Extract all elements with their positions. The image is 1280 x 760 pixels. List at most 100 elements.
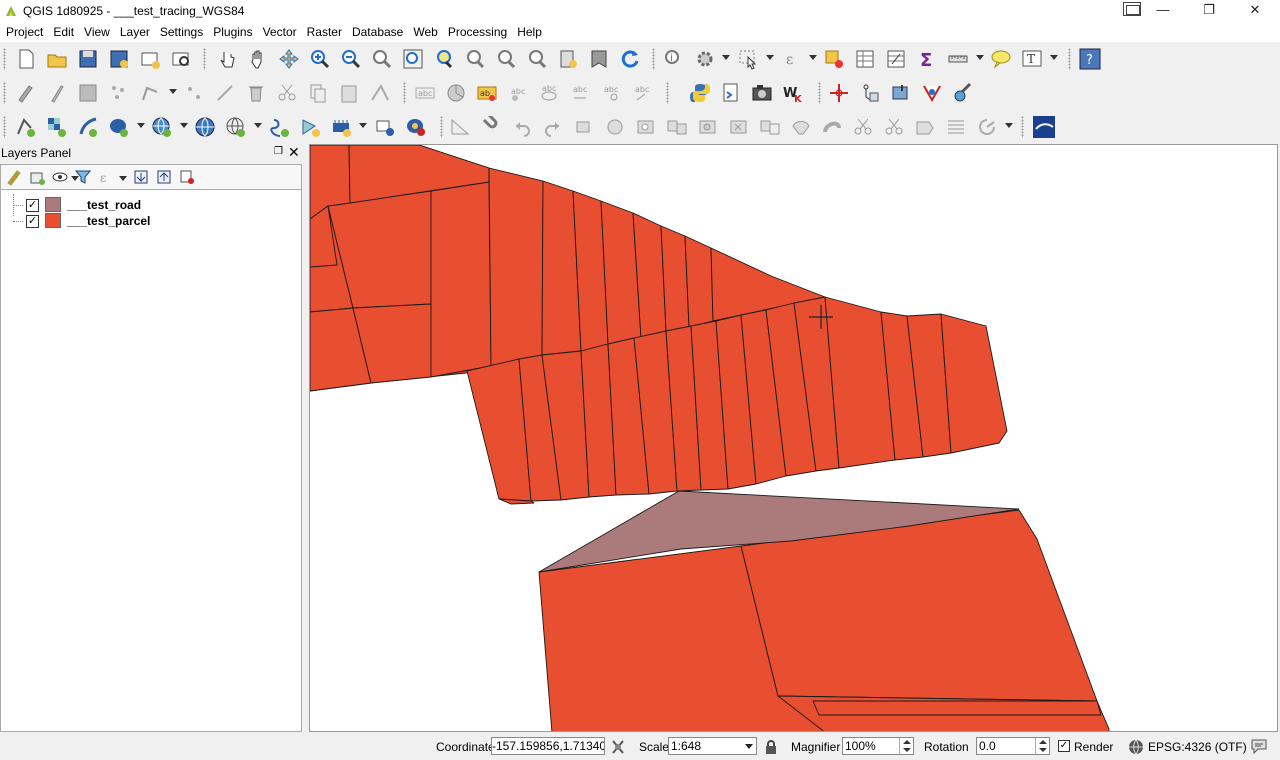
dropdown-arrow-icon[interactable] bbox=[809, 55, 817, 60]
run-action-icon[interactable] bbox=[693, 47, 717, 71]
split-features-icon[interactable] bbox=[851, 115, 875, 139]
add-wfs-layer-icon[interactable] bbox=[224, 115, 248, 139]
globe-plugin-icon[interactable] bbox=[1032, 115, 1056, 139]
merge-selected-features-icon[interactable] bbox=[913, 115, 937, 139]
pan-to-selection-icon[interactable] bbox=[277, 47, 301, 71]
zoom-full-icon[interactable] bbox=[401, 47, 425, 71]
new-bookmark-icon[interactable] bbox=[556, 47, 580, 71]
text-annotation-icon[interactable]: T bbox=[1020, 47, 1044, 71]
delete-part-icon[interactable] bbox=[758, 115, 782, 139]
coordinate-field[interactable]: -157.159856,1.713401 bbox=[491, 737, 605, 755]
remove-layer-group-icon[interactable] bbox=[178, 168, 196, 186]
delete-ring-icon[interactable] bbox=[727, 115, 751, 139]
close-button[interactable]: ✕ bbox=[1232, 0, 1278, 22]
zoom-last-icon[interactable] bbox=[494, 47, 518, 71]
float-panel-icon[interactable]: ❐ bbox=[274, 147, 284, 157]
menu-processing[interactable]: Processing bbox=[444, 25, 511, 39]
layer-symbol-swatch[interactable] bbox=[45, 197, 61, 212]
toolbar-grip[interactable] bbox=[818, 82, 821, 104]
menu-layer[interactable]: Layer bbox=[116, 25, 154, 39]
run-script-icon[interactable] bbox=[719, 81, 743, 105]
enable-snapping-icon[interactable] bbox=[479, 115, 503, 139]
toolbar-grip[interactable] bbox=[3, 82, 6, 104]
dropdown-arrow-icon[interactable] bbox=[976, 55, 984, 60]
add-delimited-text-icon[interactable] bbox=[268, 115, 292, 139]
rotate-label-icon[interactable]: abc bbox=[599, 81, 623, 105]
scale-combobox[interactable]: 1:648 bbox=[668, 737, 757, 755]
coordinate-capture-icon[interactable] bbox=[827, 81, 851, 105]
magnifier-spinbox[interactable]: 100% bbox=[842, 737, 914, 755]
add-ring-icon[interactable] bbox=[634, 115, 658, 139]
add-raster-layer-icon[interactable] bbox=[45, 115, 69, 139]
pan-map-icon[interactable] bbox=[246, 47, 270, 71]
node-editor-icon[interactable] bbox=[213, 81, 237, 105]
menu-settings[interactable]: Settings bbox=[156, 25, 207, 39]
minimize-button[interactable]: — bbox=[1140, 0, 1186, 22]
offset-curve-icon[interactable] bbox=[820, 115, 844, 139]
add-vector-layer-icon[interactable] bbox=[14, 115, 38, 139]
spinner-arrows-icon[interactable] bbox=[899, 738, 913, 754]
menu-database[interactable]: Database bbox=[348, 25, 407, 39]
save-layer-edits-icon[interactable] bbox=[76, 81, 100, 105]
toolbar-grip[interactable] bbox=[1021, 116, 1024, 138]
save-project-icon[interactable] bbox=[76, 47, 100, 71]
zoom-in-icon[interactable] bbox=[308, 47, 332, 71]
dropdown-arrow-icon[interactable] bbox=[169, 89, 177, 94]
new-spatialite-layer-icon[interactable] bbox=[330, 115, 354, 139]
create-layer-group-icon[interactable] bbox=[373, 115, 397, 139]
add-group-icon[interactable] bbox=[28, 168, 46, 186]
add-wcs-layer-icon[interactable] bbox=[193, 115, 217, 139]
zoom-next-icon[interactable] bbox=[525, 47, 549, 71]
toolbar-grip[interactable] bbox=[203, 48, 206, 70]
measure-angle-icon[interactable] bbox=[448, 115, 472, 139]
add-wms-layer-icon[interactable] bbox=[150, 115, 174, 139]
menu-project[interactable]: Project bbox=[2, 25, 47, 39]
dropdown-arrow-icon[interactable] bbox=[1005, 123, 1013, 128]
rotate-feature-icon[interactable] bbox=[572, 115, 596, 139]
toolbar-grip[interactable] bbox=[403, 82, 406, 104]
redo-icon[interactable] bbox=[541, 115, 565, 139]
dropdown-arrow-icon[interactable] bbox=[359, 123, 367, 128]
layer-visibility-checkbox[interactable]: ✓ bbox=[26, 215, 39, 228]
merge-attributes-icon[interactable] bbox=[944, 115, 968, 139]
filter-legend-icon[interactable] bbox=[74, 168, 92, 186]
select-features-icon[interactable] bbox=[736, 47, 760, 71]
layer-labeling-icon[interactable]: abc bbox=[413, 81, 437, 105]
menu-web[interactable]: Web bbox=[409, 25, 441, 39]
render-checkbox[interactable]: ✓ bbox=[1058, 740, 1070, 752]
save-as-icon[interactable] bbox=[107, 47, 131, 71]
menu-edit[interactable]: Edit bbox=[49, 25, 78, 39]
undo-icon[interactable] bbox=[510, 115, 534, 139]
copy-features-icon[interactable] bbox=[306, 81, 330, 105]
manage-visibility-icon[interactable] bbox=[51, 168, 69, 186]
rotation-spinbox[interactable]: 0.0 bbox=[976, 737, 1050, 755]
show-hide-labels-icon[interactable]: abc bbox=[537, 81, 561, 105]
composer-manager-icon[interactable] bbox=[169, 47, 193, 71]
dropdown-arrow-icon[interactable] bbox=[254, 123, 262, 128]
menu-help[interactable]: Help bbox=[513, 25, 546, 39]
fill-ring-icon[interactable] bbox=[696, 115, 720, 139]
move-feature-icon[interactable] bbox=[182, 81, 206, 105]
deselect-all-icon[interactable] bbox=[822, 47, 846, 71]
new-shapefile-layer-icon[interactable] bbox=[299, 115, 323, 139]
toolbar-grip[interactable] bbox=[440, 116, 443, 138]
screenshot-icon[interactable] bbox=[750, 81, 774, 105]
highlight-pinned-labels-icon[interactable]: ab bbox=[475, 81, 499, 105]
layout-icon[interactable] bbox=[1123, 2, 1141, 16]
layer-row-test-road[interactable]: ✓ ___test_road bbox=[1, 197, 301, 213]
crs-label[interactable]: EPSG:4326 (OTF) bbox=[1148, 740, 1247, 754]
menu-view[interactable]: View bbox=[80, 25, 114, 39]
chevron-down-icon[interactable] bbox=[745, 744, 753, 749]
new-print-composer-icon[interactable] bbox=[138, 47, 162, 71]
zoom-to-layer-icon[interactable] bbox=[463, 47, 487, 71]
plugin-manager-icon[interactable] bbox=[951, 81, 975, 105]
toolbar-grip[interactable] bbox=[666, 82, 669, 104]
messages-icon[interactable] bbox=[1250, 738, 1268, 754]
cut-features-icon[interactable] bbox=[275, 81, 299, 105]
add-spatialite-layer-icon[interactable] bbox=[76, 115, 100, 139]
zoom-native-resolution-icon[interactable] bbox=[370, 47, 394, 71]
python-console-icon[interactable] bbox=[688, 81, 712, 105]
toggle-extents-icon[interactable] bbox=[610, 739, 626, 755]
reshape-features-icon[interactable] bbox=[789, 115, 813, 139]
rotate-point-symbols-icon[interactable] bbox=[975, 115, 999, 139]
